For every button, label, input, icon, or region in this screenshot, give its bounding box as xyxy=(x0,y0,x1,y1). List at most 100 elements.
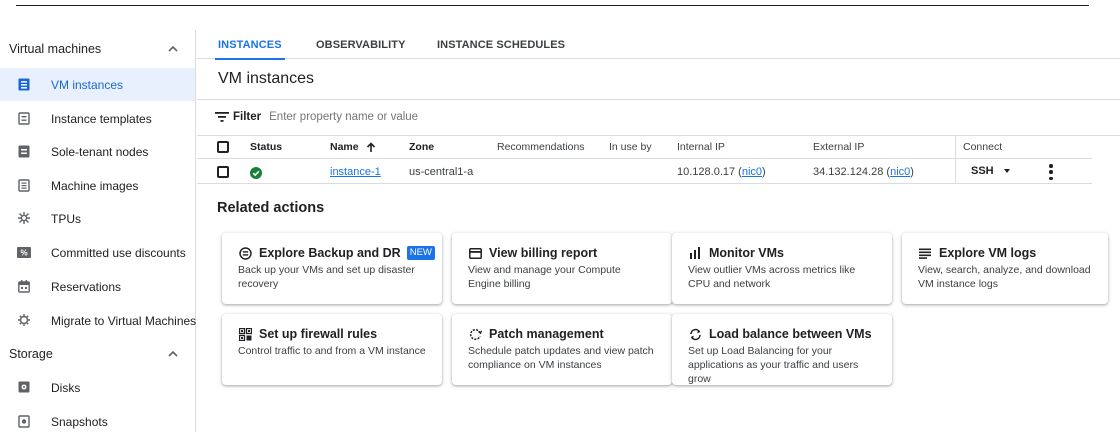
sidebar-item-reservations[interactable]: Reservations xyxy=(0,270,195,303)
card-description: Set up Load Balancing for your applicati… xyxy=(688,345,859,385)
card-firewall-rules[interactable]: Set up firewall rules Control traffic to… xyxy=(222,314,442,385)
column-header-in-use-by[interactable]: In use by xyxy=(609,141,652,153)
card-backup-dr[interactable]: Explore Backup and DR NEW Back up your V… xyxy=(222,233,442,304)
card-title: Load balance between VMs xyxy=(709,327,872,341)
ssh-label: SSH xyxy=(971,165,994,177)
chevron-up-icon xyxy=(168,350,178,357)
divider xyxy=(197,183,1092,184)
instance-name-link[interactable]: instance-1 xyxy=(330,166,381,178)
sidebar-item-machine-images[interactable]: Machine images xyxy=(0,169,195,202)
ssh-button[interactable]: SSH xyxy=(971,165,1010,177)
sidebar-item-label: Machine images xyxy=(51,178,139,193)
section-virtual-machines[interactable]: Virtual machines xyxy=(0,32,195,66)
divider xyxy=(197,158,1092,159)
sort-ascending-icon xyxy=(366,141,375,152)
sidebar-item-label: VM instances xyxy=(51,77,124,92)
card-title: Explore VM logs xyxy=(939,246,1037,260)
row-checkbox[interactable] xyxy=(217,166,229,178)
section-label: Virtual machines xyxy=(9,42,102,56)
internal-nic-link[interactable]: nic0 xyxy=(742,166,762,178)
top-divider xyxy=(16,5,1089,6)
load-balance-icon xyxy=(688,327,702,341)
card-vm-logs[interactable]: Explore VM logs View, search, analyze, a… xyxy=(902,233,1108,304)
sidebar-item-snapshots[interactable]: Snapshots xyxy=(0,405,195,432)
filter-bar[interactable]: Filter xyxy=(215,108,570,126)
instance-templates-icon xyxy=(17,111,31,125)
card-description: Back up your VMs and set up disaster rec… xyxy=(238,264,415,290)
sidebar-item-label: Reservations xyxy=(51,279,122,294)
status-running-icon xyxy=(250,167,262,179)
card-title: Monitor VMs xyxy=(709,246,784,260)
column-header-recommendations[interactable]: Recommendations xyxy=(497,141,585,153)
firewall-icon xyxy=(238,327,252,341)
related-actions-title: Related actions xyxy=(217,200,325,216)
filter-label: Filter xyxy=(233,111,262,123)
column-divider xyxy=(955,136,956,183)
external-ip: 34.132.124.28 xyxy=(813,166,884,178)
column-header-status[interactable]: Status xyxy=(250,141,282,153)
card-description: Schedule patch updates and view patch co… xyxy=(468,345,654,371)
sidebar-item-label: Sole-tenant nodes xyxy=(51,144,149,159)
column-header-connect[interactable]: Connect xyxy=(963,141,1002,153)
card-billing-report[interactable]: View billing report View and manage your… xyxy=(452,233,672,304)
divider xyxy=(197,135,1120,136)
card-patch-management[interactable]: Patch management Schedule patch updates … xyxy=(452,314,672,385)
new-badge: NEW xyxy=(406,246,435,260)
patch-icon xyxy=(468,327,482,341)
card-title: Patch management xyxy=(489,327,604,341)
snapshot-icon xyxy=(17,414,31,428)
monitor-icon xyxy=(688,246,702,260)
sidebar: Virtual machines VM instances Instance t… xyxy=(0,30,196,432)
card-title: View billing report xyxy=(489,246,598,260)
sidebar-item-label: Committed use discounts xyxy=(51,245,186,260)
calendar-icon xyxy=(17,279,31,293)
sidebar-item-committed-use-discounts[interactable]: % Committed use discounts xyxy=(0,236,195,269)
column-header-internal-ip[interactable]: Internal IP xyxy=(677,141,725,153)
internal-ip-cell: 10.128.0.17 (nic0) xyxy=(677,166,766,178)
sidebar-item-sole-tenant-nodes[interactable]: Sole-tenant nodes xyxy=(0,135,195,168)
backup-icon xyxy=(238,246,252,260)
tab-observability[interactable]: OBSERVABILITY xyxy=(316,30,406,59)
tab-instances[interactable]: INSTANCES xyxy=(215,30,285,60)
percent-icon: % xyxy=(17,245,31,259)
column-header-name[interactable]: Name xyxy=(330,141,376,153)
card-title: Set up firewall rules xyxy=(259,327,378,341)
logs-icon xyxy=(918,246,932,260)
section-storage[interactable]: Storage xyxy=(0,337,195,371)
sidebar-item-label: Migrate to Virtual Machines xyxy=(51,313,197,328)
filter-input[interactable] xyxy=(269,111,570,123)
disk-icon xyxy=(17,380,31,394)
sidebar-item-vm-instances[interactable]: VM instances xyxy=(0,68,195,101)
column-header-external-ip[interactable]: External IP xyxy=(813,141,864,153)
card-load-balance[interactable]: Load balance between VMs Set up Load Bal… xyxy=(672,314,892,385)
chevron-up-icon xyxy=(168,45,178,52)
sidebar-item-instance-templates[interactable]: Instance templates xyxy=(0,102,195,135)
sidebar-item-tpus[interactable]: TPUs xyxy=(0,202,195,235)
chevron-down-icon[interactable] xyxy=(1003,169,1010,173)
machine-images-icon xyxy=(17,178,31,192)
sidebar-item-label: Disks xyxy=(51,380,81,395)
card-description: View and manage your Compute Engine bill… xyxy=(468,264,621,290)
sidebar-item-migrate[interactable]: Migrate to Virtual Machines xyxy=(0,304,197,337)
sole-tenant-nodes-icon xyxy=(17,144,31,158)
svg-text:%: % xyxy=(20,248,27,257)
card-monitor-vms[interactable]: Monitor VMs View outlier VMs across metr… xyxy=(672,233,892,304)
card-description: View outlier VMs across metrics like CPU… xyxy=(688,264,856,290)
migrate-icon xyxy=(17,313,31,327)
filter-icon xyxy=(215,112,229,122)
column-header-zone[interactable]: Zone xyxy=(409,141,434,153)
sidebar-item-label: Snapshots xyxy=(51,414,108,429)
sidebar-item-disks[interactable]: Disks xyxy=(0,371,195,404)
internal-ip: 10.128.0.17 xyxy=(677,166,736,178)
card-description: View, search, analyze, and download VM i… xyxy=(918,264,1091,290)
more-actions-icon[interactable] xyxy=(1048,164,1054,180)
tab-instance-schedules[interactable]: INSTANCE SCHEDULES xyxy=(437,30,565,59)
external-ip-cell: 34.132.124.28 (nic0) xyxy=(813,166,914,178)
vm-instances-icon xyxy=(17,77,31,91)
external-nic-link[interactable]: nic0 xyxy=(890,166,910,178)
divider xyxy=(197,99,1120,100)
sidebar-item-label: Instance templates xyxy=(51,111,152,126)
billing-icon xyxy=(468,246,482,260)
select-all-checkbox[interactable] xyxy=(217,141,229,153)
sidebar-item-label: TPUs xyxy=(51,211,81,226)
